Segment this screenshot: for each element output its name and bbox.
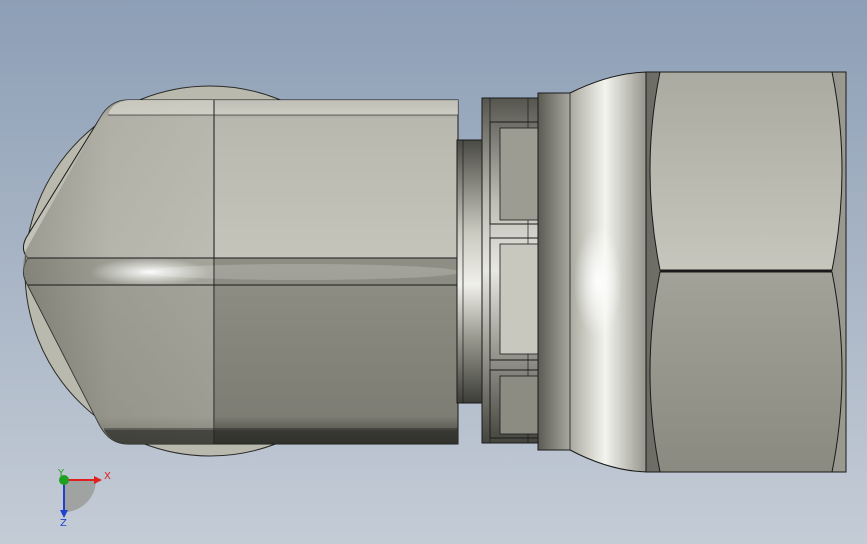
cad-model[interactable]: X Y Z	[0, 0, 867, 544]
z-axis-arrowhead	[60, 510, 68, 518]
orientation-triad: X Y Z	[57, 468, 111, 529]
z-axis-label: Z	[60, 518, 67, 529]
3d-viewport[interactable]: X Y Z	[0, 0, 867, 544]
y-axis-label: Y	[57, 468, 65, 479]
hex-nut	[645, 71, 847, 473]
slotted-ring	[481, 97, 541, 444]
x-axis-label: X	[104, 471, 111, 482]
swivel-collar	[537, 71, 651, 473]
x-axis-arrowhead	[94, 476, 102, 484]
elbow-body	[22, 99, 460, 445]
